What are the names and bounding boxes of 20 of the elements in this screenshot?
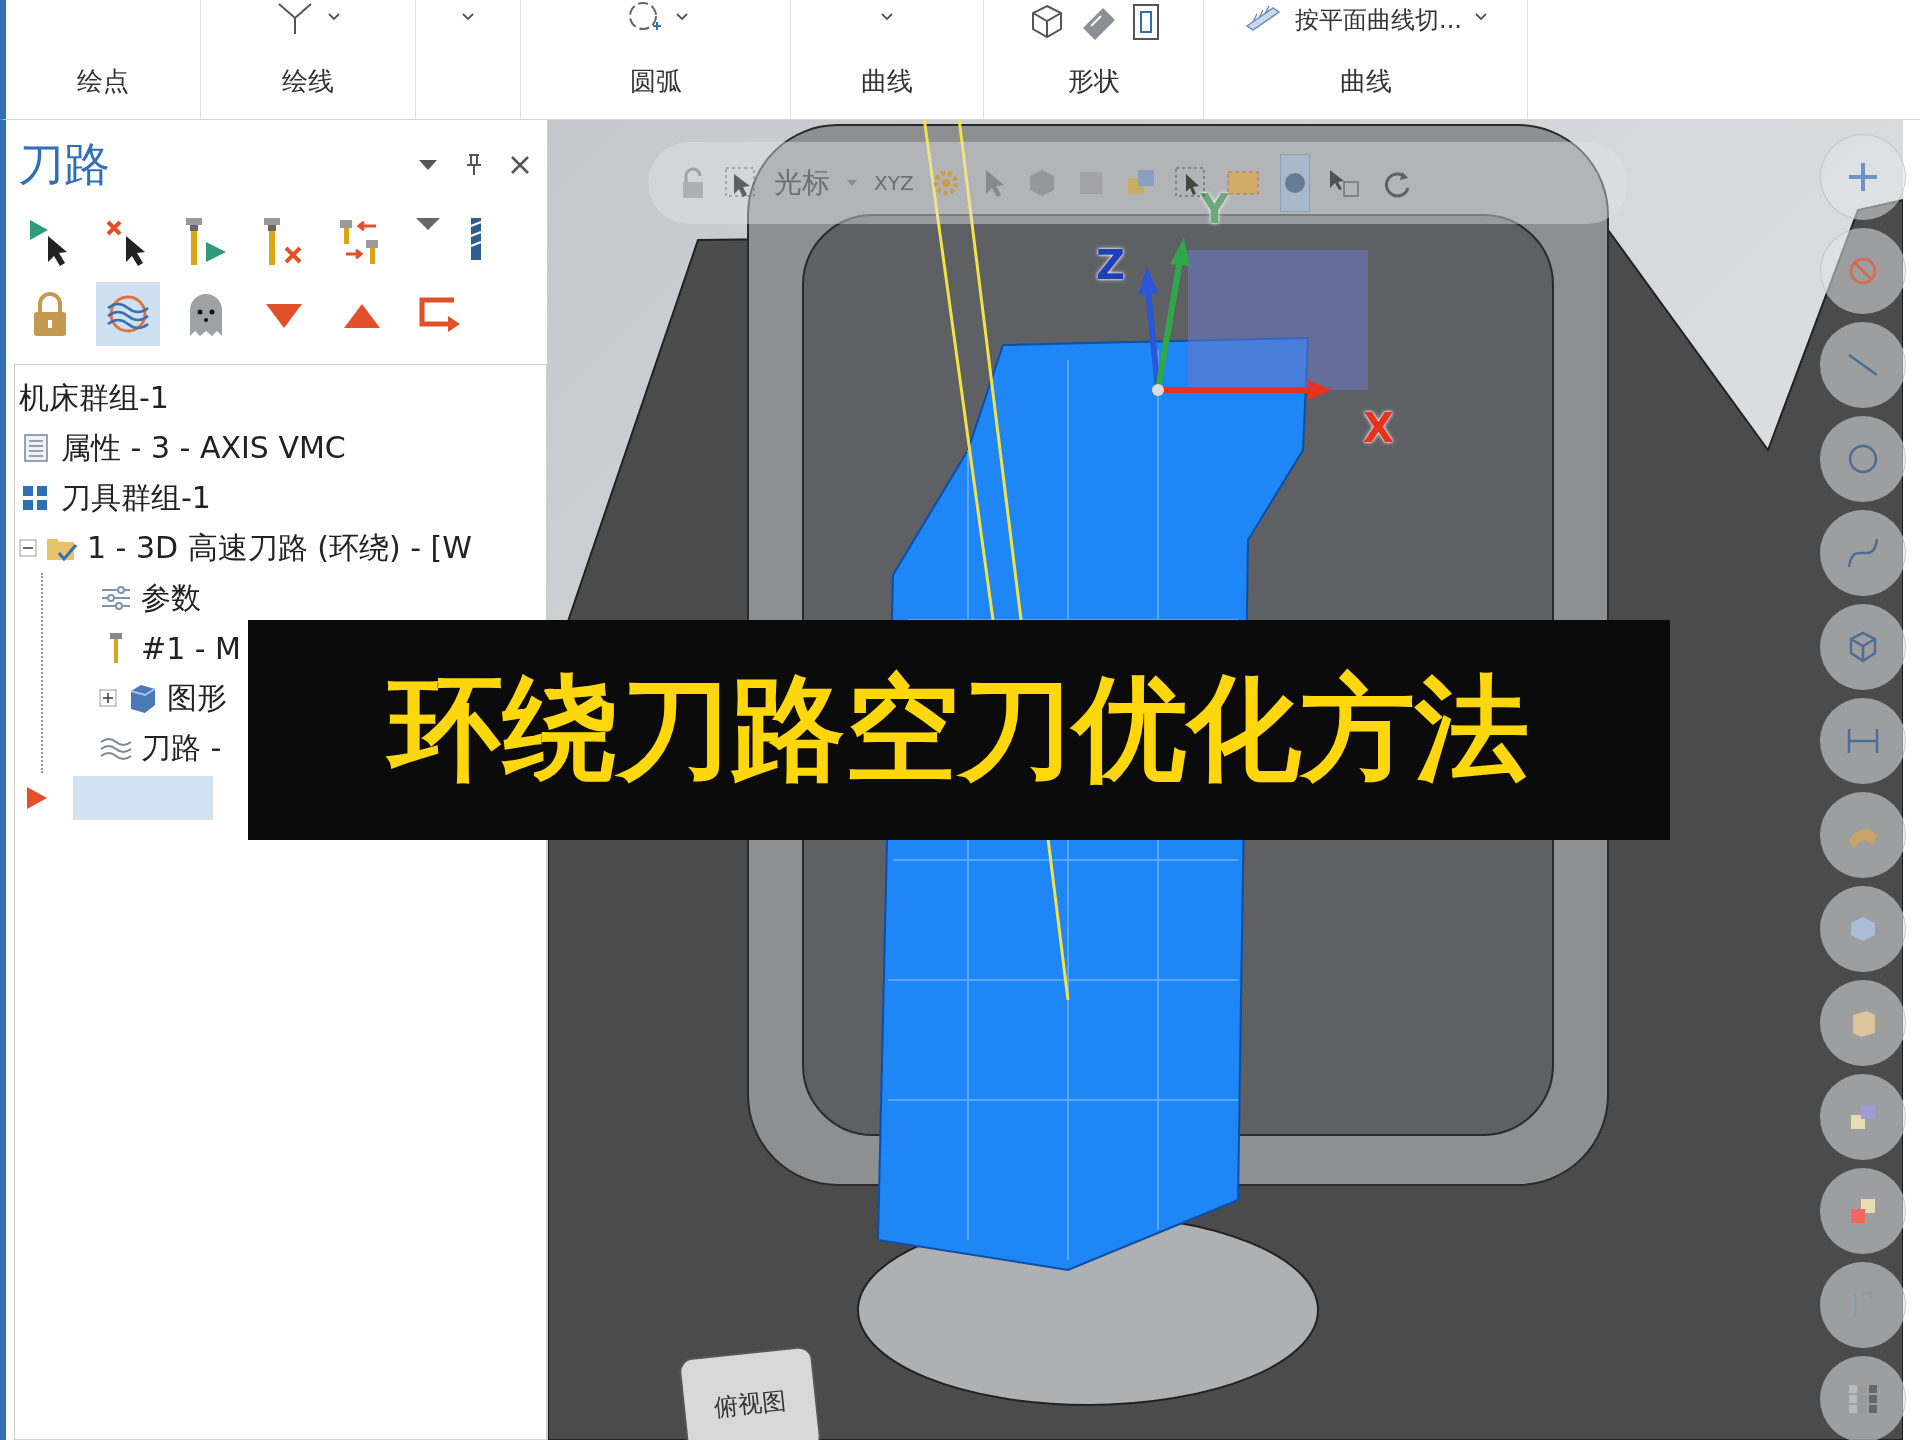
split-curve-button[interactable]: 按平面曲线切...: [1295, 4, 1462, 36]
panel-title: 刀路: [18, 136, 110, 193]
group-label: 曲线: [861, 65, 913, 98]
group-label: 形状: [1067, 65, 1120, 98]
tree-item[interactable]: 参数: [141, 577, 201, 619]
axis-label: X: [1363, 405, 1394, 451]
group-label: 曲线: [1339, 65, 1392, 98]
group-label: 圆弧: [629, 65, 682, 98]
tree-item[interactable]: 属性 - 3 - AXIS VMC: [61, 427, 346, 469]
tree-item[interactable]: 1 - 3D 高速刀路 (环绕) - [W: [87, 527, 472, 569]
tree-item[interactable]: #1 - M: [141, 630, 241, 666]
group-label: 绘线: [282, 65, 334, 98]
tree-item[interactable]: 机床群组-1: [19, 377, 169, 419]
view-cube-label: 俯视图: [712, 1385, 788, 1424]
group-label: 绘点: [77, 65, 129, 98]
tree-item[interactable]: 刀具群组-1: [61, 477, 211, 519]
axis-label: Y: [1200, 186, 1229, 232]
tree-item[interactable]: 图形: [167, 677, 227, 719]
tree-item[interactable]: 刀路 -: [141, 727, 222, 769]
axis-label: Z: [1096, 242, 1125, 288]
